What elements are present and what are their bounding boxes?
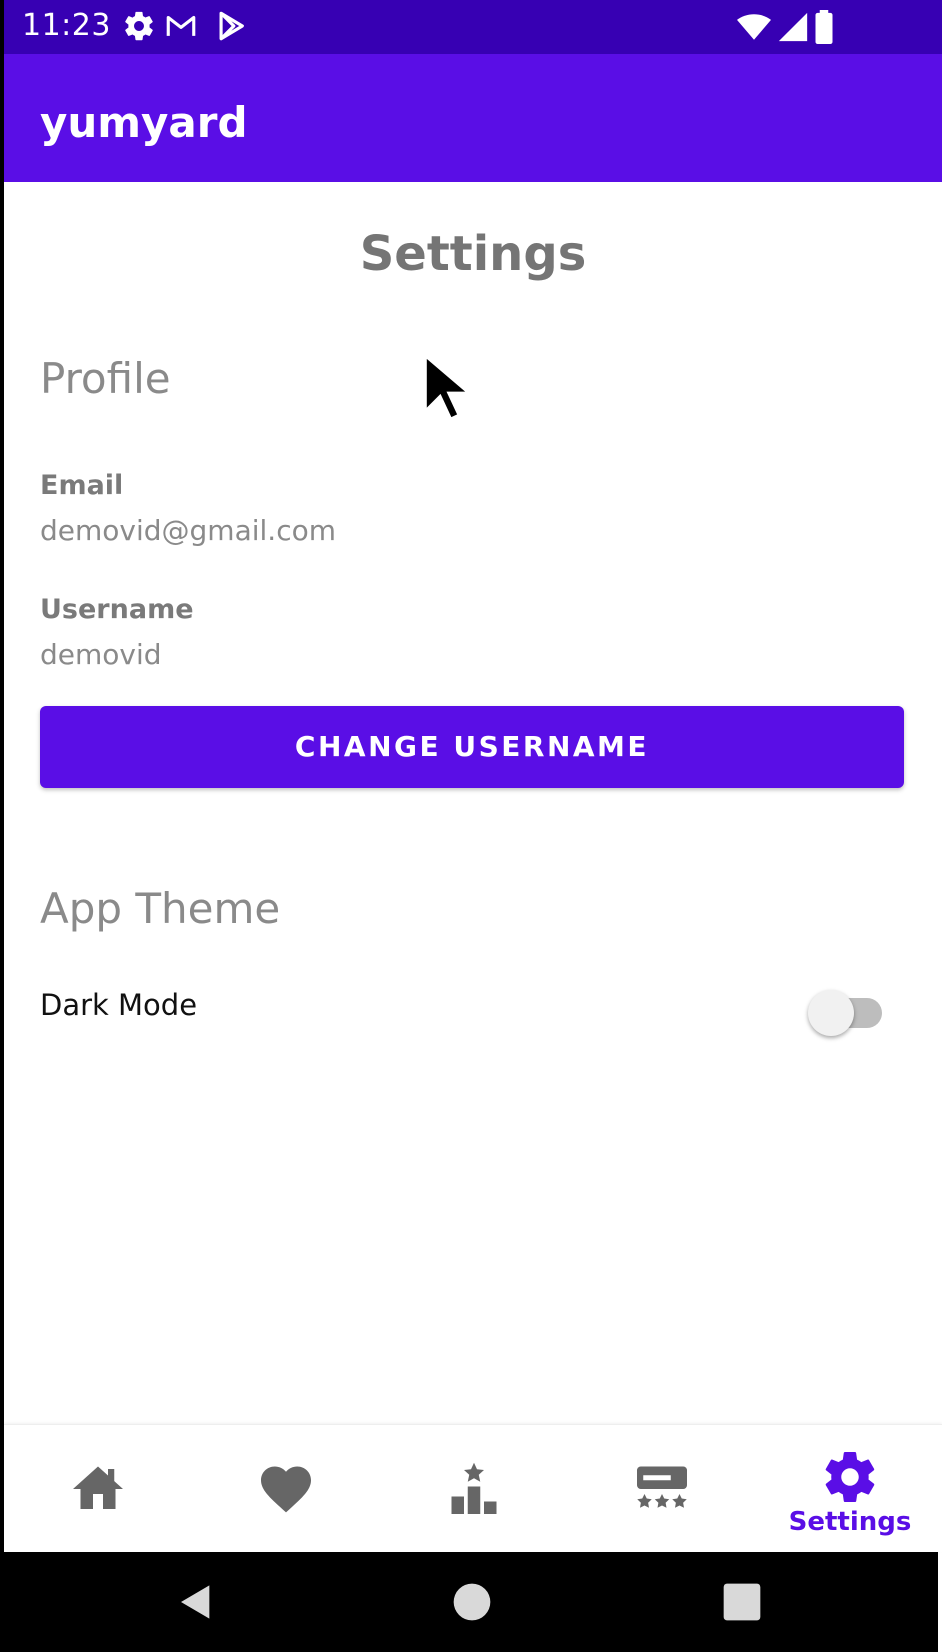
nav-item-home[interactable] bbox=[4, 1425, 192, 1553]
play-store-icon bbox=[219, 11, 244, 41]
leaderboard-icon bbox=[451, 1462, 497, 1514]
battery-icon bbox=[815, 10, 833, 44]
home-circle-icon[interactable] bbox=[452, 1582, 492, 1622]
mouse-cursor-icon bbox=[423, 352, 470, 422]
signal-icon bbox=[778, 12, 808, 42]
heart-icon bbox=[261, 1466, 311, 1513]
gmail-icon bbox=[166, 15, 196, 36]
email-value: demovid@gmail.com bbox=[40, 514, 336, 547]
home-icon bbox=[73, 1466, 123, 1509]
email-label: Email bbox=[40, 470, 124, 501]
nav-item-reviews[interactable] bbox=[568, 1425, 756, 1553]
nav-item-leaderboard[interactable] bbox=[380, 1425, 568, 1553]
dark-mode-switch-thumb bbox=[808, 990, 854, 1036]
change-username-button[interactable]: CHANGE USERNAME bbox=[40, 706, 904, 788]
settings-icon bbox=[825, 1452, 875, 1503]
nav-label-settings: Settings bbox=[788, 1507, 912, 1537]
app-theme-section-title: App Theme bbox=[40, 884, 281, 933]
username-label: Username bbox=[40, 594, 194, 625]
profile-section-title: Profile bbox=[40, 354, 171, 403]
status-time: 11:23 bbox=[22, 8, 111, 43]
username-value: demovid bbox=[40, 638, 162, 671]
reviews-icon bbox=[637, 1466, 687, 1508]
app-title: yumyard bbox=[40, 98, 248, 147]
status-bar: 11:23 bbox=[4, 0, 942, 54]
nav-item-favorites[interactable] bbox=[192, 1425, 380, 1553]
dark-mode-label: Dark Mode bbox=[40, 988, 198, 1022]
system-navigation-bar bbox=[0, 1552, 938, 1652]
gear-icon bbox=[125, 11, 153, 41]
nav-item-settings[interactable]: Settings bbox=[756, 1425, 942, 1553]
recents-icon[interactable] bbox=[722, 1582, 762, 1622]
dark-mode-switch[interactable] bbox=[806, 984, 882, 1036]
bottom-navigation: Settings bbox=[4, 1424, 942, 1552]
back-icon[interactable] bbox=[176, 1582, 216, 1622]
wifi-icon bbox=[737, 14, 771, 40]
page-title: Settings bbox=[359, 226, 587, 282]
app-screen: 11:23 yumyard Settings Profile Email dem… bbox=[4, 0, 942, 1652]
app-bar: yumyard bbox=[4, 54, 942, 182]
